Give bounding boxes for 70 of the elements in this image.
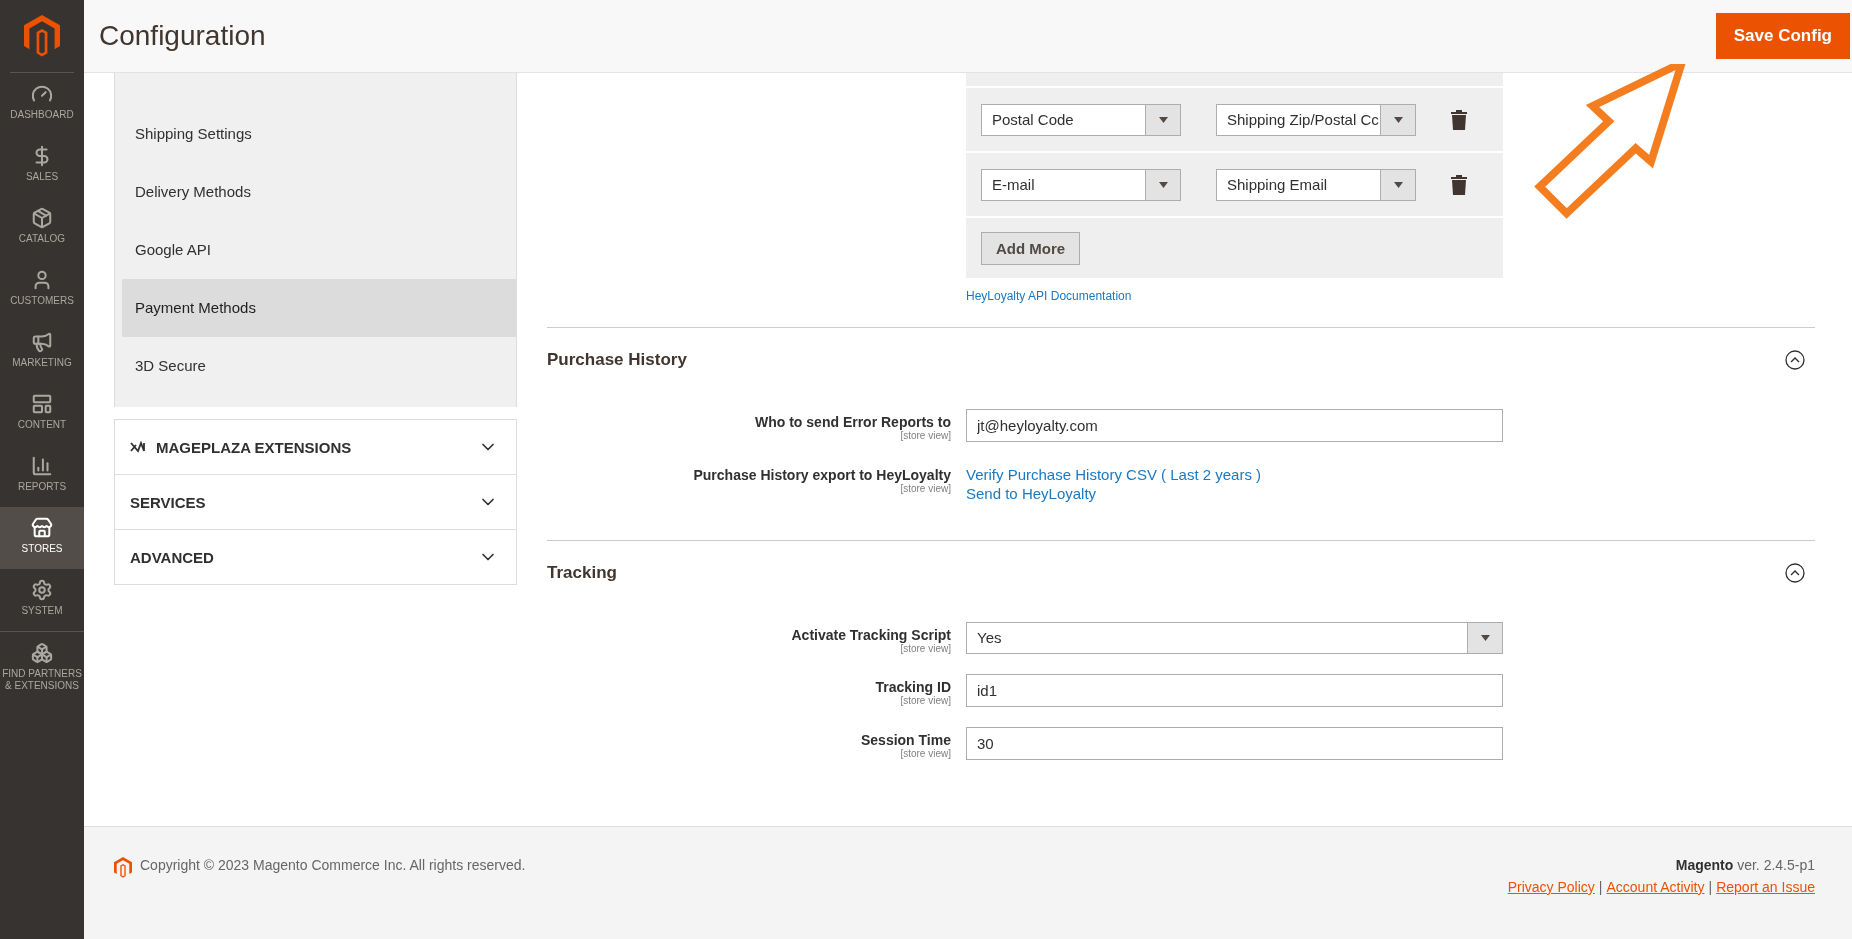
boxes-icon: [31, 642, 53, 664]
config-menu-item[interactable]: Shipping Settings: [122, 105, 516, 163]
nav-item[interactable]: CATALOG: [0, 197, 84, 259]
action-link[interactable]: Send to HeyLoyalty: [966, 485, 1262, 502]
select-field[interactable]: Yes: [966, 622, 1503, 654]
mageplaza-logo-icon: [130, 441, 148, 453]
field-label: Who to send Error Reports to: [755, 414, 951, 430]
caret-icon: [1158, 181, 1168, 188]
config-section-header[interactable]: ADVANCED: [114, 530, 517, 585]
documentation-link[interactable]: HeyLoyalty API Documentation: [966, 289, 1132, 303]
config-section-header[interactable]: SERVICES: [114, 475, 517, 530]
save-config-button[interactable]: Save Config: [1715, 13, 1850, 59]
caret-icon: [1393, 116, 1403, 123]
add-more-button[interactable]: Add More: [981, 231, 1081, 265]
config-menu-item[interactable]: Delivery Methods: [122, 163, 516, 221]
group-title: Tracking: [547, 562, 617, 583]
config-menu-item[interactable]: Payment Methods: [122, 279, 516, 337]
page-title: Configuration: [99, 20, 266, 52]
nav-item[interactable]: MARKETING: [0, 321, 84, 383]
select-field[interactable]: Shipping Zip/Postal Cc: [1216, 103, 1416, 136]
nav-item[interactable]: REPORTS: [0, 445, 84, 507]
section-title: ADVANCED: [130, 548, 214, 566]
bar-chart-icon: [31, 455, 53, 477]
collapse-icon[interactable]: [1785, 349, 1805, 370]
layout-icon: [31, 393, 53, 415]
config-menu-item[interactable]: 3D Secure: [122, 337, 516, 395]
config-section-header[interactable]: MAGEPLAZA EXTENSIONS: [114, 419, 517, 475]
scope-label: [store view]: [900, 695, 951, 706]
trash-icon[interactable]: [1451, 109, 1467, 130]
caret-icon: [1393, 181, 1403, 188]
logo-icon: [114, 857, 132, 878]
section-title: MAGEPLAZA EXTENSIONS: [156, 438, 352, 456]
section-title: SERVICES: [130, 493, 206, 511]
nav-item[interactable]: SYSTEM: [0, 569, 84, 631]
field-label: Purchase History export to HeyLoyalty: [693, 467, 951, 483]
logo-icon: [24, 15, 60, 57]
select-field[interactable]: E-mail: [981, 168, 1181, 201]
caret-icon: [1480, 635, 1490, 641]
input-field[interactable]: id1: [966, 674, 1503, 707]
scope-label: [store view]: [900, 748, 951, 759]
scope-label: [store view]: [900, 483, 951, 494]
version-text: ver. 2.4.5-p1: [1737, 857, 1815, 873]
action-link[interactable]: Verify Purchase History CSV ( Last 2 years ): [966, 466, 1262, 483]
field-label: Activate Tracking Script: [791, 627, 951, 643]
group-title: Purchase History: [547, 349, 687, 370]
store-icon: [31, 517, 53, 539]
input-field[interactable]: 30: [966, 727, 1503, 760]
megaphone-icon: [31, 331, 53, 353]
copyright-text: Copyright © 2023 Magento Commerce Inc. All rights reserved.: [140, 857, 526, 873]
collapse-icon[interactable]: [1785, 562, 1805, 583]
select-field[interactable]: Shipping Email: [1216, 168, 1416, 201]
nav-item[interactable]: SALES: [0, 135, 84, 197]
field-label: Session Time: [861, 732, 951, 748]
select-field[interactable]: Postal Code: [981, 103, 1181, 136]
nav-item[interactable]: CONTENT: [0, 383, 84, 445]
nav-item[interactable]: STORES: [0, 507, 84, 569]
link-separator: |: [1708, 879, 1713, 895]
brand-name: Magento: [1675, 857, 1734, 873]
box-icon: [31, 207, 53, 229]
link-separator: |: [1598, 879, 1603, 895]
config-menu-item[interactable]: Google API: [122, 221, 516, 279]
field-label: Tracking ID: [875, 679, 951, 695]
scope-label: [store view]: [900, 430, 951, 441]
gear-icon: [31, 579, 53, 601]
nav-item[interactable]: CUSTOMERS: [0, 259, 84, 321]
trash-icon[interactable]: [1451, 174, 1467, 195]
input-field[interactable]: jt@heyloyalty.com: [966, 409, 1503, 442]
caret-icon: [1158, 116, 1168, 123]
nav-item[interactable]: DASHBOARD: [0, 73, 84, 135]
scope-label: [store view]: [900, 643, 951, 654]
